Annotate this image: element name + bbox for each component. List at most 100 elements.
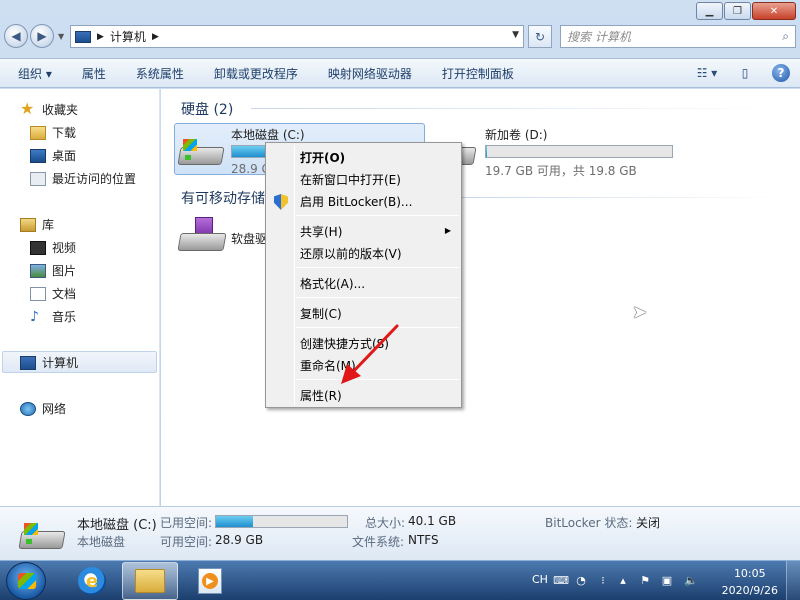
windows-logo-icon [18,573,36,589]
recent-pages-dropdown[interactable]: ▼ [58,32,64,41]
address-bar[interactable]: ▶ 计算机 ▶ ▼ [70,25,524,48]
details-usage-bar [215,515,348,528]
ime-options-icon[interactable]: ⁝ [596,573,610,587]
menu-item-open[interactable]: 打开(O) [300,149,345,166]
drive-d-usage-bar [485,145,673,158]
media-player-icon: ▶ [198,568,222,594]
menu-item-format[interactable]: 格式化(A)... [300,275,365,292]
sidebar-item-label: 音乐 [52,310,77,324]
refresh-button[interactable]: ↻ [528,25,552,48]
details-free-label: 可用空间: [160,535,213,549]
sidebar-item-label: 桌面 [52,149,77,163]
explorer-window: ▁ ❐ ✕ ◀ ▶ ▼ ▶ 计算机 ▶ ▼ ↻ 搜索 计算机 ⌕ 组织 ▾ 属性… [0,0,800,560]
sidebar-item-label: 文档 [52,287,77,301]
forward-button[interactable]: ▶ [30,24,54,48]
uninstall-button[interactable]: 卸载或更改程序 [214,65,298,82]
group-divider [251,108,781,109]
volume-icon[interactable]: 🔈 [684,573,698,587]
menu-item-share[interactable]: 共享(H) [300,223,342,240]
details-used-label: 已用空间: [160,516,213,530]
properties-button[interactable]: 属性 [82,65,106,82]
sidebar-item-desktop[interactable]: 桌面 [30,147,76,164]
mouse-cursor-icon: ➤ [632,302,648,323]
floppy-drive-name[interactable]: 软盘驱 [231,230,267,247]
search-placeholder: 搜索 计算机 [567,30,631,44]
taskbar-windows-explorer[interactable] [122,562,178,600]
breadcrumb-computer[interactable]: 计算机 [110,28,146,45]
hard-disks-header[interactable]: 硬盘 (2) [181,99,233,119]
sidebar-item-libraries[interactable]: 库 [20,216,54,233]
sidebar-item-downloads[interactable]: 下载 [30,124,76,141]
drive-d-usage-fill [486,146,487,157]
details-bitlocker-value: 关闭 [636,516,661,530]
clock[interactable]: 10:05 2020/9/26 [722,565,778,599]
menu-item-restore-previous[interactable]: 还原以前的版本(V) [300,245,402,262]
details-bitlocker-label: BitLocker 状态: [545,516,633,530]
back-button[interactable]: ◀ [4,24,28,48]
breadcrumb-chevron-icon[interactable]: ▶ [97,32,104,42]
input-language-indicator[interactable]: CH [532,573,548,586]
network-status-icon[interactable]: ▣ [660,573,674,587]
refresh-icon: ↻ [534,29,546,44]
view-options-icon[interactable]: ☷ ▾ [696,63,718,83]
drive-c-name: 本地磁盘 (C:) [231,128,305,142]
annotation-arrow-icon [341,324,399,384]
explorer-folder-icon [135,569,165,593]
sidebar-item-computer[interactable]: 计算机 [20,354,78,371]
taskbar-internet-explorer[interactable]: e [64,562,120,600]
sidebar-item-label: 库 [42,218,55,232]
menu-separator [296,215,459,216]
keyboard-icon[interactable]: ⌨ [553,573,569,587]
downloads-folder-icon [30,125,46,140]
address-dropdown-icon[interactable]: ▼ [512,30,519,40]
sidebar-item-music[interactable]: ♪ 音乐 [30,308,76,325]
sidebar-item-videos[interactable]: 视频 [30,239,76,256]
preview-pane-icon[interactable]: ▯ [734,63,756,83]
minimize-button[interactable]: ▁ [696,2,723,20]
action-center-flag-icon[interactable]: ⚑ [638,573,652,587]
submenu-arrow-icon: ▶ [444,226,451,235]
sidebar-item-label: 网络 [42,402,67,416]
show-desktop-button[interactable] [786,561,800,600]
map-network-drive-button[interactable]: 映射网络驱动器 [328,65,412,82]
floppy-drive-icon [177,217,227,257]
show-hidden-icons[interactable]: ▴ [616,573,630,587]
drive-d-free-text: 19.7 GB 可用，共 19.8 GB [485,164,637,178]
removable-storage-header[interactable]: 有可移动存储 [181,188,265,208]
document-icon [30,286,46,301]
breadcrumb-chevron-icon[interactable]: ▶ [152,32,159,42]
system-properties-button[interactable]: 系统属性 [136,65,184,82]
sidebar-item-network[interactable]: 网络 [20,400,66,417]
group-divider [461,197,781,198]
search-icon[interactable]: ⌕ [782,29,789,44]
clock-time: 10:05 [733,567,766,580]
start-button[interactable] [6,562,46,600]
maximize-button[interactable]: ❐ [724,2,751,20]
menu-item-bitlocker[interactable]: 启用 BitLocker(B)... [300,193,412,210]
close-button[interactable]: ✕ [752,2,796,20]
taskbar-media-player[interactable]: ▶ [182,562,238,600]
music-note-icon: ♪ [30,308,39,325]
sidebar-item-label: 图片 [52,264,77,278]
picture-icon [30,263,46,278]
details-fs-value: NTFS [408,533,439,547]
drive-d-name[interactable]: 新加卷 (D:) [485,126,547,143]
forward-arrow-icon: ▶ [37,29,47,43]
content-area: 硬盘 (2) 本地磁盘 (C:) 28.9 G 新加卷 (D:) 19.7 GB… [161,89,800,506]
navigation-pane: ★ 收藏夹 下载 桌面 最近访问的位置 库 视频 图片 文档 ♪ 音乐 计算机 … [0,89,160,506]
sidebar-item-pictures[interactable]: 图片 [30,262,76,279]
sidebar-item-favorites[interactable]: ★ 收藏夹 [20,100,78,118]
hard-drive-icon [18,523,66,551]
ime-settings-icon[interactable]: ◔ [574,573,588,587]
help-icon[interactable]: ? [772,64,790,82]
computer-icon [20,355,36,370]
back-arrow-icon: ◀ [11,29,21,43]
organize-menu[interactable]: 组织 ▾ [18,65,52,82]
search-input[interactable]: 搜索 计算机 ⌕ [560,25,796,48]
control-panel-button[interactable]: 打开控制面板 [442,65,514,82]
network-icon [20,401,36,416]
sidebar-item-recent[interactable]: 最近访问的位置 [30,170,136,187]
sidebar-item-label: 最近访问的位置 [52,172,137,186]
sidebar-item-documents[interactable]: 文档 [30,285,76,302]
menu-item-open-new-window[interactable]: 在新窗口中打开(E) [300,171,401,188]
